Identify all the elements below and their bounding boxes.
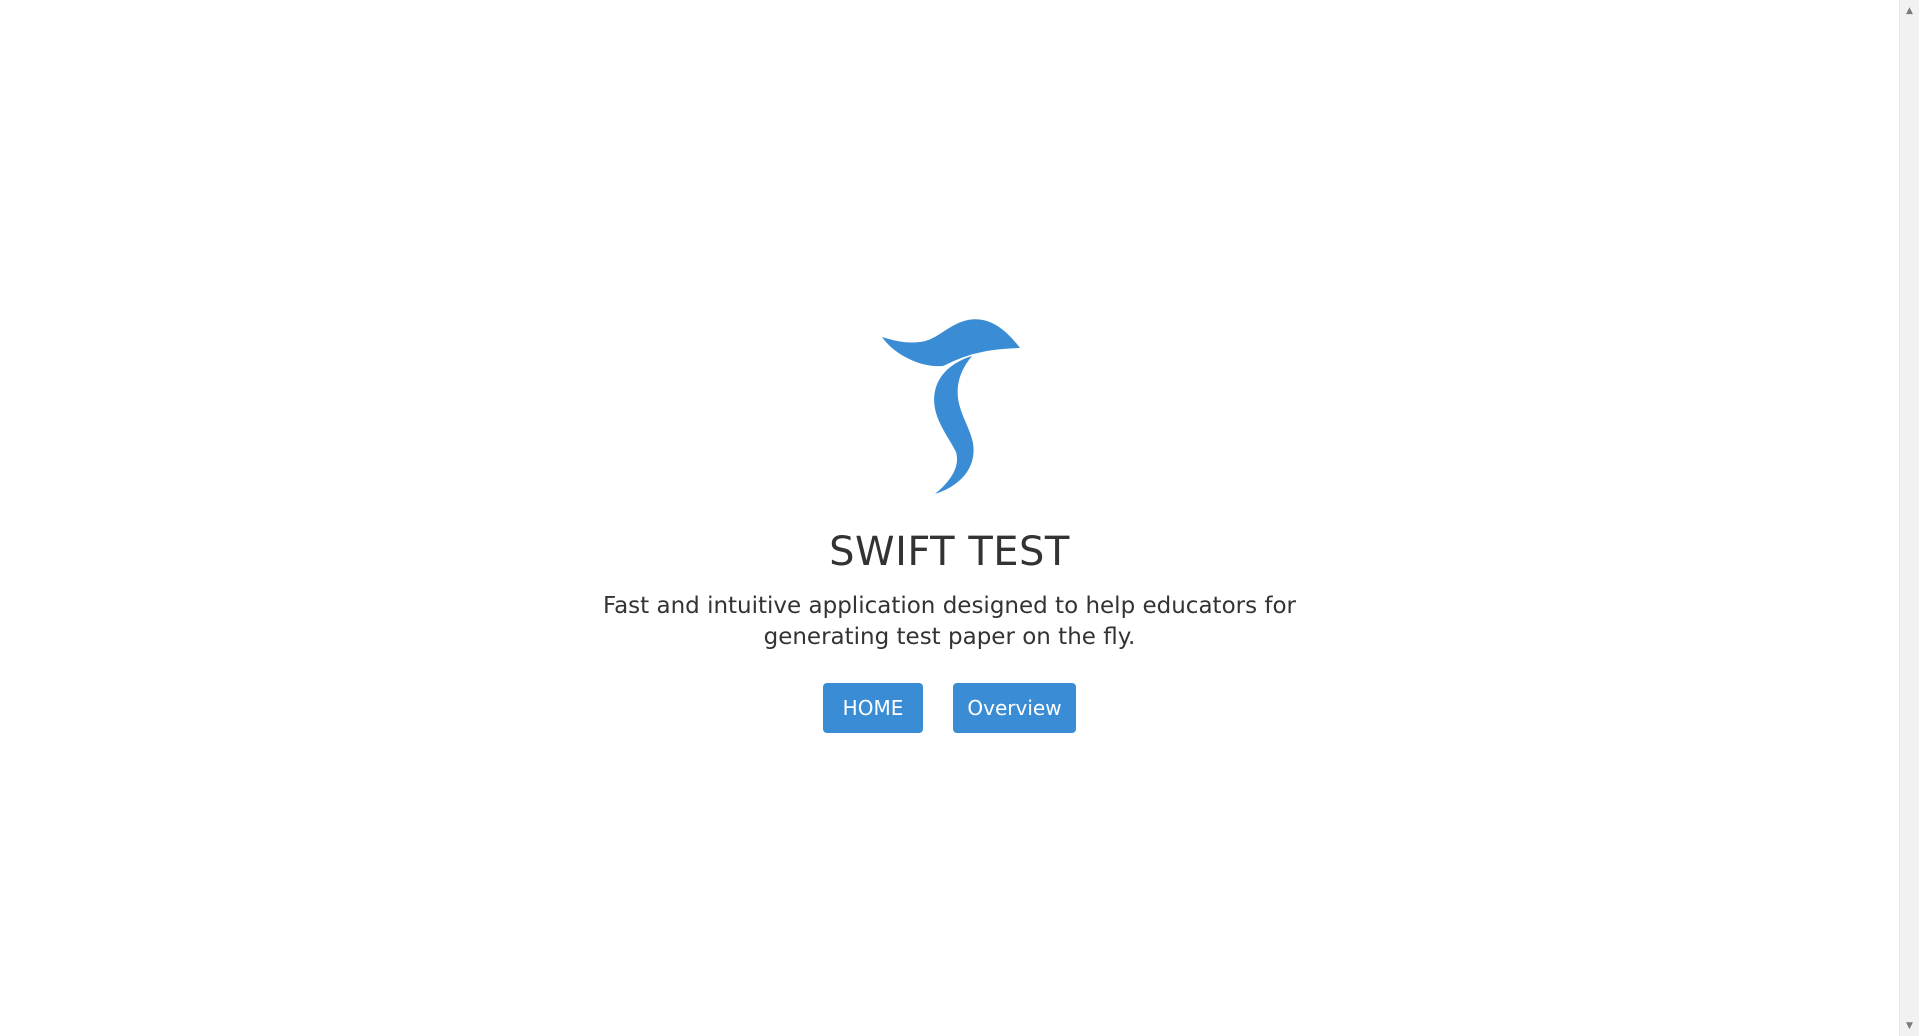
action-buttons: HOME Overview	[823, 683, 1076, 733]
scroll-up-icon[interactable]: ▲	[1900, 2, 1919, 19]
vertical-scrollbar[interactable]: ▲ ▼	[1899, 0, 1919, 1036]
home-button[interactable]: HOME	[823, 683, 923, 733]
swift-logo-icon	[881, 319, 1020, 494]
page-title: SWIFT TEST	[829, 529, 1070, 575]
scroll-down-icon[interactable]: ▼	[1900, 1017, 1919, 1034]
overview-button[interactable]: Overview	[953, 683, 1076, 733]
page-viewport: SWIFT TEST Fast and intuitive applicatio…	[0, 0, 1899, 1036]
tagline-text: Fast and intuitive application designed …	[602, 593, 1297, 650]
hero-section: SWIFT TEST Fast and intuitive applicatio…	[0, 318, 1899, 733]
